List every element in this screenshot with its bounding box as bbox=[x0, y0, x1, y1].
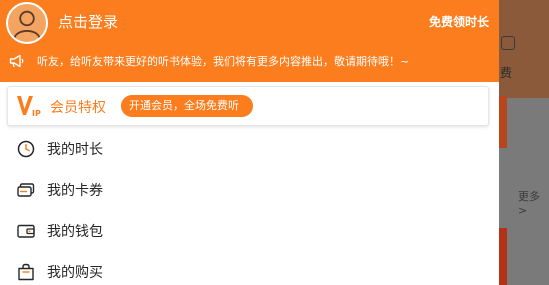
wallet-icon bbox=[16, 221, 36, 241]
vip-privilege-card[interactable]: IP 会员特权 开通会员，全场免费听 bbox=[7, 86, 489, 126]
svg-text:IP: IP bbox=[32, 109, 41, 118]
background-fee-icon bbox=[501, 36, 515, 50]
card-icon bbox=[16, 180, 36, 200]
notice-text: 听友，给听友带来更好的听书体验，我们将有更多内容推出，敬请期待哦！~ bbox=[37, 55, 410, 68]
megaphone-icon bbox=[9, 53, 25, 69]
clock-icon bbox=[16, 139, 36, 159]
vip-open-button[interactable]: 开通会员，全场免费听 bbox=[121, 95, 253, 117]
background-thumbnail bbox=[499, 96, 507, 148]
menu-label-coupons: 我的卡券 bbox=[47, 183, 103, 199]
avatar[interactable] bbox=[6, 2, 48, 44]
vip-icon: IP bbox=[15, 93, 45, 119]
menu-label-wallet: 我的钱包 bbox=[47, 224, 103, 240]
drawer-header: 点击登录 免费领时长 听友，给听友带来更好的听书体验，我们将有更多内容推出，敬请… bbox=[0, 0, 499, 82]
user-avatar-icon bbox=[13, 10, 41, 39]
menu-item-coupons[interactable]: 我的卡券 bbox=[0, 170, 499, 210]
vip-label: 会员特权 bbox=[50, 100, 106, 116]
shopping-bag-icon bbox=[16, 262, 36, 282]
side-drawer: 点击登录 免费领时长 听友，给听友带来更好的听书体验，我们将有更多内容推出，敬请… bbox=[0, 0, 499, 285]
background-more-link: 更多 > bbox=[518, 190, 540, 217]
menu-label-purchases: 我的购买 bbox=[47, 265, 103, 281]
menu-item-wallet[interactable]: 我的钱包 bbox=[0, 211, 499, 251]
menu-label-duration: 我的时长 bbox=[47, 142, 103, 158]
login-link[interactable]: 点击登录 bbox=[58, 11, 118, 32]
background-overlay[interactable]: 费 更多 > bbox=[499, 0, 549, 285]
background-fee-label: 费 bbox=[500, 66, 513, 80]
free-listen-button[interactable]: 免费领时长 bbox=[429, 13, 489, 30]
background-card bbox=[499, 228, 507, 285]
menu-item-duration[interactable]: 我的时长 bbox=[0, 129, 499, 169]
menu-item-purchases[interactable]: 我的购买 bbox=[0, 252, 499, 285]
